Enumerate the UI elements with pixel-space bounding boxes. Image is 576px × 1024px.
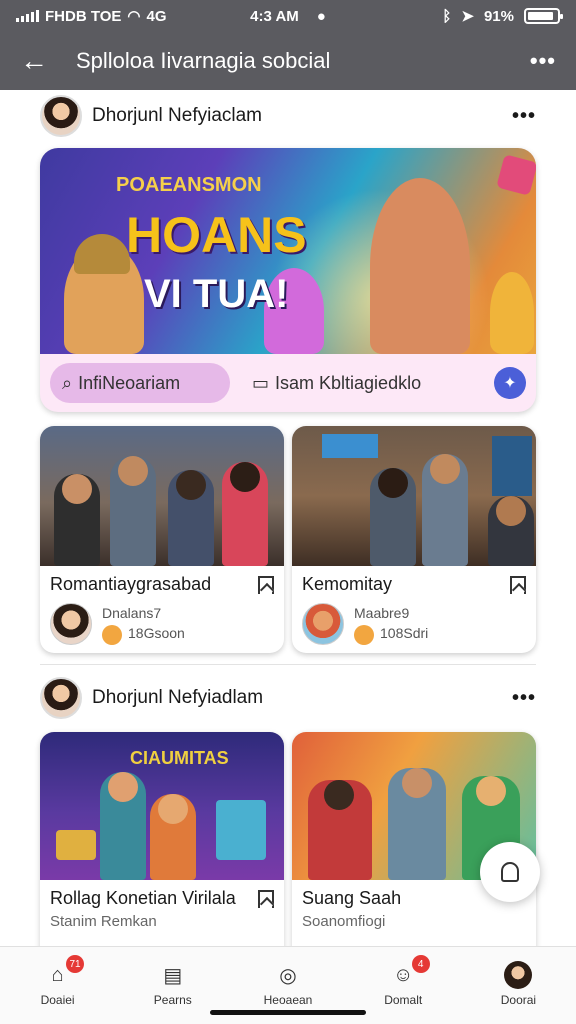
content-card[interactable]: CIAUMITAS Rollag Konetian Virilala Stani… [40,732,284,946]
card-photo [292,426,536,566]
banner-subheadline: VI TUA! [144,272,289,316]
calendar-icon: ▭ [252,372,270,393]
person-figure [168,470,214,566]
news-icon: ▤ [163,964,183,987]
tab-profile[interactable]: Doorai [461,947,576,1024]
person-figure [422,454,468,566]
card-photo: CIAUMITAS [40,732,284,880]
profile-avatar-icon [504,961,533,989]
arcade-cabinet [216,800,266,860]
game-controller-button[interactable]: ✦ [494,367,526,399]
tab-label: Heoaean [263,993,313,1007]
page-title: Splloloa Iivarnagia sobcial [76,48,331,73]
banner-kicker: POAEANSMON [116,174,262,196]
wifi-icon: ◠ [127,8,141,25]
card-author: Maabre9 [354,605,410,622]
person-figure [110,456,156,566]
divider [40,664,536,665]
battery-percent: 91% [483,7,514,25]
battery-icon [524,8,563,24]
floating-action-button[interactable] [480,842,540,902]
bookmark-icon[interactable] [510,575,526,594]
gift-box [56,830,96,860]
card-stat: 108Sdri [380,625,429,642]
promo-banner[interactable]: POAEANSMON HOANS VI TUA! ⌕ InfiNeoariam … [40,148,536,412]
cartoon-hat [74,234,130,274]
avatar[interactable] [40,677,82,719]
person-figure [222,462,268,566]
screen-display [492,436,532,496]
more-options-icon[interactable]: ••• [530,48,556,74]
emoji-icon [354,624,374,645]
content-card[interactable]: Kemomitay Maabre9 108Sdri [292,426,536,653]
card-subtitle: Stanim Remkan [50,913,157,930]
post-menu-icon[interactable]: ••• [512,105,536,128]
bluetooth-icon: ᛒ [442,7,452,25]
post-menu-icon[interactable]: ••• [512,687,536,710]
content-card[interactable]: Romantiaygrasabad Dnalans7 18Gsoon [40,426,284,653]
bookmark-icon[interactable] [258,575,274,594]
home-indicator [210,1010,366,1015]
banner-action-bar: ⌕ InfiNeoariam ▭ Isam Kbltiagiedklo ✦ [40,354,536,412]
card-title: Rollag Konetian Virilala [50,888,236,908]
notification-badge: 71 [66,955,84,973]
sync-icon: ● [316,7,326,25]
card-author: Dnalans7 [102,605,162,622]
person-figure [388,768,446,880]
person-figure [488,496,534,566]
location-icon: ➤ [461,8,474,25]
content-card[interactable]: Suang Saah Soanomfiogi [292,732,536,946]
person-figure [54,474,100,566]
card-title: Kemomitay [302,574,393,594]
search-icon: ⌕ [62,372,73,393]
cartoon-figure [150,794,196,880]
card-banner-text: CIAUMITAS [130,748,229,768]
person-figure [370,468,416,566]
tab-label: Pearns [153,993,192,1007]
post-header: Dhorjunl Nefyiadlam ••• [0,672,576,724]
avatar[interactable] [50,603,92,645]
post-author[interactable]: Dhorjunl Nefyiaclam [92,105,512,127]
banner-illustration: POAEANSMON HOANS VI TUA! [40,148,536,354]
primary-action-label: InfiNeoariam [78,372,181,393]
card-subtitle: Soanomfiogi [302,913,386,930]
bookmark-icon[interactable] [258,889,274,908]
status-bar: FHDB TOE ◠ 4G 4:3 AM ● ᛒ ➤ 91% [0,0,576,32]
card-stat: 18Gsoon [128,625,185,642]
cartoon-woman-figure [370,178,470,354]
screen-display [322,434,378,458]
play-circle-icon: ◎ [279,964,297,987]
secondary-action-button[interactable]: ▭ Isam Kbltiagiedklo [240,363,484,403]
back-arrow-icon[interactable]: ← [20,45,60,77]
tab-home[interactable]: ⌂ Doaiei 71 [0,947,115,1024]
tab-label: Doaiei [40,993,75,1007]
game-controller-icon: ✦ [503,375,517,392]
notification-badge: 4 [411,955,430,973]
carrier-label: FHDB TOE [45,7,122,25]
banner-headline: HOANS [126,207,307,263]
emoji-icon [102,624,122,645]
tab-label: Doorai [500,993,537,1007]
card-title: Romantiaygrasabad [50,574,212,594]
signal-icon [16,10,39,22]
app-bar: ← Splloloa Iivarnagia sobcial ••• [0,32,576,90]
cartoon-mascot [490,272,534,354]
avatar[interactable] [302,603,344,645]
person-figure [308,780,372,880]
post-author[interactable]: Dhorjunl Nefyiadlam [92,687,512,709]
secondary-action-label: Isam Kbltiagiedklo [275,372,422,393]
floating-cube-icon [496,154,536,196]
feed[interactable]: Dhorjunl Nefyiaclam ••• POAEANSMON HOANS… [0,90,576,946]
network-label: 4G [146,7,167,25]
lock-icon [501,862,519,882]
person-figure [100,772,146,880]
primary-action-button[interactable]: ⌕ InfiNeoariam [50,363,230,403]
post-header: Dhorjunl Nefyiaclam ••• [0,90,576,142]
card-photo [40,426,284,566]
tab-label: Domalt [384,993,423,1007]
avatar[interactable] [40,95,82,137]
battery-fill [528,12,554,20]
clock: 4:3 AM [250,7,299,25]
